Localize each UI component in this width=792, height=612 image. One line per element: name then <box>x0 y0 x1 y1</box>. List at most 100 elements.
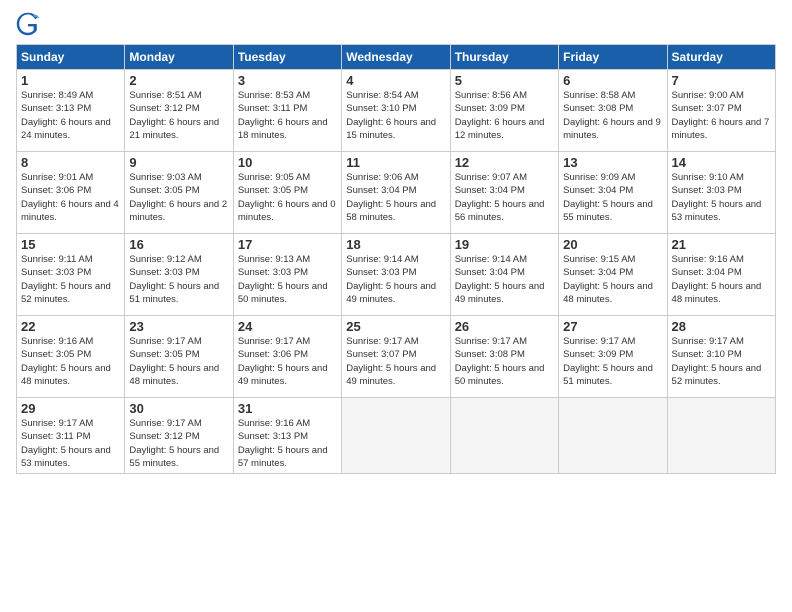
calendar-day-cell: 12 Sunrise: 9:07 AM Sunset: 3:04 PM Dayl… <box>450 152 558 234</box>
day-info: Sunrise: 9:17 AM Sunset: 3:10 PM Dayligh… <box>672 335 771 388</box>
day-number: 8 <box>21 155 120 170</box>
day-number: 29 <box>21 401 120 416</box>
day-number: 6 <box>563 73 662 88</box>
day-info: Sunrise: 9:14 AM Sunset: 3:04 PM Dayligh… <box>455 253 554 306</box>
day-info: Sunrise: 9:14 AM Sunset: 3:03 PM Dayligh… <box>346 253 445 306</box>
calendar-day-cell: 26 Sunrise: 9:17 AM Sunset: 3:08 PM Dayl… <box>450 316 558 398</box>
day-number: 1 <box>21 73 120 88</box>
calendar-day-cell: 24 Sunrise: 9:17 AM Sunset: 3:06 PM Dayl… <box>233 316 341 398</box>
day-info: Sunrise: 9:17 AM Sunset: 3:11 PM Dayligh… <box>21 417 120 470</box>
day-number: 20 <box>563 237 662 252</box>
day-number: 9 <box>129 155 228 170</box>
calendar-day-cell: 17 Sunrise: 9:13 AM Sunset: 3:03 PM Dayl… <box>233 234 341 316</box>
calendar-day-cell: 1 Sunrise: 8:49 AM Sunset: 3:13 PM Dayli… <box>17 70 125 152</box>
calendar-day-cell: 11 Sunrise: 9:06 AM Sunset: 3:04 PM Dayl… <box>342 152 450 234</box>
calendar-day-cell: 13 Sunrise: 9:09 AM Sunset: 3:04 PM Dayl… <box>559 152 667 234</box>
day-info: Sunrise: 9:15 AM Sunset: 3:04 PM Dayligh… <box>563 253 662 306</box>
weekday-header: Monday <box>125 45 233 70</box>
day-number: 10 <box>238 155 337 170</box>
day-info: Sunrise: 9:16 AM Sunset: 3:04 PM Dayligh… <box>672 253 771 306</box>
logo <box>16 12 44 36</box>
calendar-day-cell: 15 Sunrise: 9:11 AM Sunset: 3:03 PM Dayl… <box>17 234 125 316</box>
calendar-day-cell: 4 Sunrise: 8:54 AM Sunset: 3:10 PM Dayli… <box>342 70 450 152</box>
day-info: Sunrise: 9:09 AM Sunset: 3:04 PM Dayligh… <box>563 171 662 224</box>
day-number: 18 <box>346 237 445 252</box>
day-number: 24 <box>238 319 337 334</box>
day-number: 2 <box>129 73 228 88</box>
calendar-day-cell: 16 Sunrise: 9:12 AM Sunset: 3:03 PM Dayl… <box>125 234 233 316</box>
calendar-week-row: 15 Sunrise: 9:11 AM Sunset: 3:03 PM Dayl… <box>17 234 776 316</box>
day-info: Sunrise: 9:16 AM Sunset: 3:13 PM Dayligh… <box>238 417 337 470</box>
day-info: Sunrise: 9:17 AM Sunset: 3:12 PM Dayligh… <box>129 417 228 470</box>
calendar-container: SundayMondayTuesdayWednesdayThursdayFrid… <box>0 0 792 612</box>
day-info: Sunrise: 9:05 AM Sunset: 3:05 PM Dayligh… <box>238 171 337 224</box>
day-number: 4 <box>346 73 445 88</box>
day-number: 22 <box>21 319 120 334</box>
day-number: 11 <box>346 155 445 170</box>
day-info: Sunrise: 8:54 AM Sunset: 3:10 PM Dayligh… <box>346 89 445 142</box>
day-info: Sunrise: 9:17 AM Sunset: 3:06 PM Dayligh… <box>238 335 337 388</box>
calendar-day-cell: 21 Sunrise: 9:16 AM Sunset: 3:04 PM Dayl… <box>667 234 775 316</box>
calendar-day-cell <box>559 398 667 474</box>
day-info: Sunrise: 9:01 AM Sunset: 3:06 PM Dayligh… <box>21 171 120 224</box>
day-info: Sunrise: 9:11 AM Sunset: 3:03 PM Dayligh… <box>21 253 120 306</box>
calendar-day-cell: 5 Sunrise: 8:56 AM Sunset: 3:09 PM Dayli… <box>450 70 558 152</box>
calendar-day-cell: 20 Sunrise: 9:15 AM Sunset: 3:04 PM Dayl… <box>559 234 667 316</box>
day-number: 31 <box>238 401 337 416</box>
calendar-day-cell: 8 Sunrise: 9:01 AM Sunset: 3:06 PM Dayli… <box>17 152 125 234</box>
calendar-week-row: 8 Sunrise: 9:01 AM Sunset: 3:06 PM Dayli… <box>17 152 776 234</box>
day-info: Sunrise: 8:56 AM Sunset: 3:09 PM Dayligh… <box>455 89 554 142</box>
calendar-day-cell: 29 Sunrise: 9:17 AM Sunset: 3:11 PM Dayl… <box>17 398 125 474</box>
day-info: Sunrise: 8:53 AM Sunset: 3:11 PM Dayligh… <box>238 89 337 142</box>
calendar-day-cell: 23 Sunrise: 9:17 AM Sunset: 3:05 PM Dayl… <box>125 316 233 398</box>
weekday-header: Sunday <box>17 45 125 70</box>
header <box>16 12 776 36</box>
calendar-day-cell <box>342 398 450 474</box>
weekday-header-row: SundayMondayTuesdayWednesdayThursdayFrid… <box>17 45 776 70</box>
day-info: Sunrise: 9:17 AM Sunset: 3:05 PM Dayligh… <box>129 335 228 388</box>
day-number: 26 <box>455 319 554 334</box>
calendar-day-cell: 2 Sunrise: 8:51 AM Sunset: 3:12 PM Dayli… <box>125 70 233 152</box>
day-info: Sunrise: 8:58 AM Sunset: 3:08 PM Dayligh… <box>563 89 662 142</box>
calendar-day-cell: 6 Sunrise: 8:58 AM Sunset: 3:08 PM Dayli… <box>559 70 667 152</box>
calendar-day-cell: 31 Sunrise: 9:16 AM Sunset: 3:13 PM Dayl… <box>233 398 341 474</box>
calendar-day-cell: 3 Sunrise: 8:53 AM Sunset: 3:11 PM Dayli… <box>233 70 341 152</box>
day-number: 17 <box>238 237 337 252</box>
day-info: Sunrise: 9:13 AM Sunset: 3:03 PM Dayligh… <box>238 253 337 306</box>
weekday-header: Tuesday <box>233 45 341 70</box>
day-info: Sunrise: 9:00 AM Sunset: 3:07 PM Dayligh… <box>672 89 771 142</box>
calendar-table: SundayMondayTuesdayWednesdayThursdayFrid… <box>16 44 776 474</box>
day-info: Sunrise: 9:03 AM Sunset: 3:05 PM Dayligh… <box>129 171 228 224</box>
day-info: Sunrise: 9:10 AM Sunset: 3:03 PM Dayligh… <box>672 171 771 224</box>
day-info: Sunrise: 8:49 AM Sunset: 3:13 PM Dayligh… <box>21 89 120 142</box>
weekday-header: Thursday <box>450 45 558 70</box>
day-number: 5 <box>455 73 554 88</box>
day-info: Sunrise: 9:17 AM Sunset: 3:08 PM Dayligh… <box>455 335 554 388</box>
day-number: 16 <box>129 237 228 252</box>
day-info: Sunrise: 9:07 AM Sunset: 3:04 PM Dayligh… <box>455 171 554 224</box>
calendar-day-cell: 25 Sunrise: 9:17 AM Sunset: 3:07 PM Dayl… <box>342 316 450 398</box>
day-number: 23 <box>129 319 228 334</box>
day-number: 28 <box>672 319 771 334</box>
day-number: 7 <box>672 73 771 88</box>
day-info: Sunrise: 8:51 AM Sunset: 3:12 PM Dayligh… <box>129 89 228 142</box>
day-info: Sunrise: 9:16 AM Sunset: 3:05 PM Dayligh… <box>21 335 120 388</box>
weekday-header: Friday <box>559 45 667 70</box>
weekday-header: Saturday <box>667 45 775 70</box>
day-number: 13 <box>563 155 662 170</box>
day-info: Sunrise: 9:12 AM Sunset: 3:03 PM Dayligh… <box>129 253 228 306</box>
calendar-day-cell: 10 Sunrise: 9:05 AM Sunset: 3:05 PM Dayl… <box>233 152 341 234</box>
calendar-day-cell: 7 Sunrise: 9:00 AM Sunset: 3:07 PM Dayli… <box>667 70 775 152</box>
calendar-day-cell: 27 Sunrise: 9:17 AM Sunset: 3:09 PM Dayl… <box>559 316 667 398</box>
calendar-day-cell: 18 Sunrise: 9:14 AM Sunset: 3:03 PM Dayl… <box>342 234 450 316</box>
calendar-day-cell: 19 Sunrise: 9:14 AM Sunset: 3:04 PM Dayl… <box>450 234 558 316</box>
day-info: Sunrise: 9:06 AM Sunset: 3:04 PM Dayligh… <box>346 171 445 224</box>
calendar-day-cell: 9 Sunrise: 9:03 AM Sunset: 3:05 PM Dayli… <box>125 152 233 234</box>
day-info: Sunrise: 9:17 AM Sunset: 3:09 PM Dayligh… <box>563 335 662 388</box>
day-number: 30 <box>129 401 228 416</box>
day-number: 15 <box>21 237 120 252</box>
logo-icon <box>16 12 40 36</box>
calendar-week-row: 1 Sunrise: 8:49 AM Sunset: 3:13 PM Dayli… <box>17 70 776 152</box>
day-number: 3 <box>238 73 337 88</box>
day-number: 14 <box>672 155 771 170</box>
